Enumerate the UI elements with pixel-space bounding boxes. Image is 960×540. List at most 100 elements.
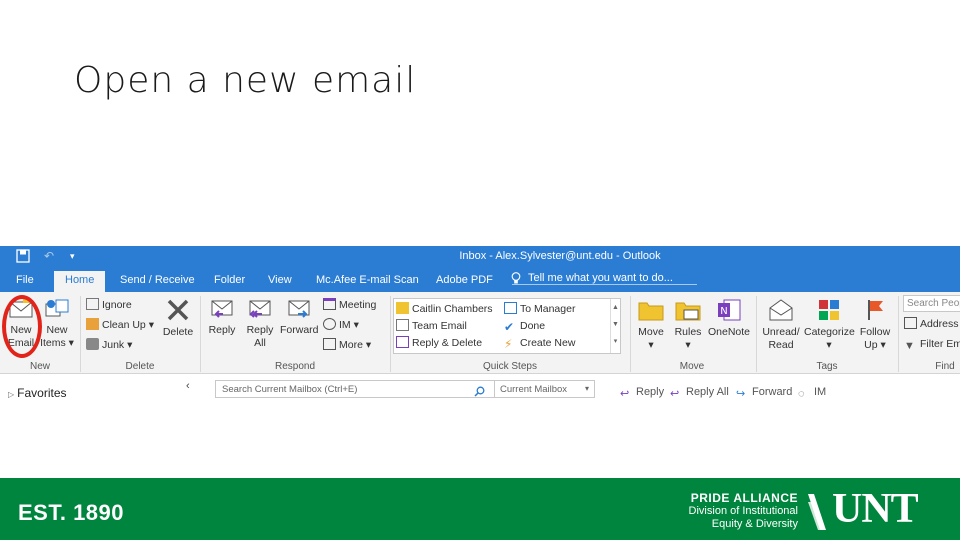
ribbon: New Email New Items ▾ New Ignore Clean Up … <box>0 292 960 374</box>
delete-x-icon <box>167 299 189 321</box>
group-label-respond: Respond <box>274 361 316 372</box>
quick-step-create-new[interactable]: ⚡ Create New <box>504 336 575 351</box>
svg-text:N: N <box>720 306 727 317</box>
quick-step-to-manager[interactable]: To Manager <box>504 302 575 316</box>
checkmark-icon: ✔ <box>504 320 515 334</box>
follow-up-button[interactable]: Follow Up ▾ <box>856 298 894 352</box>
ignore-button[interactable]: Ignore <box>86 298 132 312</box>
quick-steps-gallery: Caitlin Chambers Team Email Reply & Dele… <box>393 298 621 354</box>
mail-view: ▷ Favorites ‹ Search Current Mailbox (Ctr… <box>0 374 960 410</box>
reading-im-button[interactable]: ◌ IM <box>798 386 826 400</box>
chevron-down-icon: ▾ <box>584 384 589 393</box>
clean-up-icon <box>86 318 99 330</box>
im-icon: ◌ <box>798 388 805 400</box>
meeting-button[interactable]: Meeting <box>323 298 376 312</box>
group-divider <box>898 296 899 372</box>
reply-delete-icon <box>396 336 409 348</box>
group-label-move: Move <box>679 361 705 372</box>
expand-arrow-icon: ▷ <box>8 390 15 399</box>
search-icon[interactable] <box>474 384 485 402</box>
clean-up-button[interactable]: Clean Up ▾ <box>86 318 154 332</box>
quick-steps-scroll[interactable]: ▲ ▼ ▾ <box>610 299 620 353</box>
reply-button[interactable]: Reply <box>205 298 239 337</box>
collapse-pane-icon[interactable]: ‹ <box>186 380 190 392</box>
rules-button[interactable]: Rules ▾ <box>672 298 704 352</box>
tab-send-receive[interactable]: Send / Receive <box>120 274 195 286</box>
categorize-button[interactable]: Categorize ▾ <box>804 298 855 352</box>
tab-home[interactable]: Home <box>54 271 106 292</box>
search-scope-dropdown[interactable]: Current Mailbox ▾ <box>494 381 594 397</box>
window-title: Inbox - Alex.Sylvester@unt.edu - Outlook <box>459 250 661 262</box>
filter-icon: ▼ <box>904 340 915 352</box>
ribbon-tabs: File Home Send / Receive Folder View Mc.… <box>0 268 960 292</box>
favorites-folder[interactable]: ▷ Favorites <box>8 386 67 400</box>
reply-icon: ↩ <box>620 388 630 400</box>
team-email-icon <box>396 319 409 331</box>
unt-logo: UNT <box>832 486 919 532</box>
group-label-tags: Tags <box>816 361 838 372</box>
categorize-icon <box>819 300 839 320</box>
meeting-icon <box>323 298 336 310</box>
lightning-icon: ⚡ <box>504 337 513 351</box>
unread-read-icon <box>769 299 793 321</box>
move-button[interactable]: Move ▾ <box>634 298 668 352</box>
forward-button[interactable]: Forward <box>280 298 319 337</box>
slide-title: Open a new email <box>74 60 417 101</box>
reply-all-icon: ↩ <box>670 388 680 400</box>
new-items-button[interactable]: New Items ▾ <box>40 298 74 350</box>
delete-button[interactable]: Delete <box>160 298 196 339</box>
mail-search-input[interactable]: Search Current Mailbox (Ctrl+E) <box>222 384 357 395</box>
onenote-button[interactable]: N OneNote <box>706 298 752 339</box>
group-label-find: Find <box>935 361 955 372</box>
quick-step-reply-delete[interactable]: Reply & Delete <box>396 336 482 350</box>
tell-me-input[interactable]: Tell me what you want to do... <box>512 272 697 285</box>
more-respond-button[interactable]: More ▾ <box>323 338 371 352</box>
rules-icon <box>675 302 701 321</box>
pride-alliance-text: PRIDE ALLIANCE Division of Institutional… <box>688 491 798 531</box>
onenote-icon: N <box>718 299 741 321</box>
tab-view[interactable]: View <box>268 274 292 286</box>
mail-search-box[interactable]: Search Current Mailbox (Ctrl+E) Current … <box>215 380 595 398</box>
forward-icon <box>288 300 310 318</box>
im-button[interactable]: IM ▾ <box>323 318 359 332</box>
junk-icon <box>86 338 99 350</box>
quick-step-done[interactable]: ✔ Done <box>504 319 545 334</box>
tab-folder[interactable]: Folder <box>214 274 245 286</box>
unread-read-button[interactable]: Unread/Read <box>760 298 802 352</box>
filter-email-button[interactable]: ▼Filter Email <box>904 337 960 353</box>
footer-band: EST. 1890 PRIDE ALLIANCE Division of Ins… <box>0 478 960 540</box>
tab-mcafee[interactable]: Mc.Afee E-mail Scan <box>316 274 419 286</box>
ignore-icon <box>86 298 99 310</box>
address-book-icon <box>904 317 917 329</box>
junk-button[interactable]: Junk ▾ <box>86 338 132 352</box>
new-items-icon <box>45 299 69 317</box>
group-label-new: New <box>29 361 50 372</box>
reading-forward-button[interactable]: ↪ Forward <box>736 386 792 400</box>
highlight-circle <box>2 295 42 358</box>
footer-divider <box>0 470 960 478</box>
reading-reply-all-button[interactable]: ↩ Reply All <box>670 386 729 400</box>
title-bar: ↶ ▾ Inbox - Alex.Sylvester@unt.edu - Out… <box>0 246 960 268</box>
flag-icon <box>868 300 883 320</box>
im-icon <box>323 318 336 330</box>
quick-step-team-email[interactable]: Team Email <box>396 319 467 333</box>
reading-reply-button[interactable]: ↩ Reply <box>620 386 664 400</box>
folder-arrow-icon <box>396 302 409 314</box>
quick-step-caitlin-chambers[interactable]: Caitlin Chambers <box>396 302 493 316</box>
move-folder-icon <box>638 302 664 321</box>
outlook-window: ↶ ▾ Inbox - Alex.Sylvester@unt.edu - Out… <box>0 246 960 410</box>
tab-file[interactable]: File <box>16 274 34 286</box>
group-label-quick-steps: Quick Steps <box>483 361 537 372</box>
search-people-input[interactable]: Search People <box>903 295 960 312</box>
to-manager-icon <box>504 302 517 314</box>
address-book-button[interactable]: Address Book <box>904 317 960 331</box>
reply-all-button[interactable]: Reply All <box>243 298 277 350</box>
reply-all-icon <box>249 300 271 318</box>
forward-icon: ↪ <box>736 388 746 400</box>
unt-eagle-mark-icon <box>806 492 828 537</box>
tab-adobe-pdf[interactable]: Adobe PDF <box>436 274 493 286</box>
reply-icon <box>211 300 233 318</box>
group-label-delete: Delete <box>125 361 155 372</box>
more-icon <box>323 338 336 350</box>
established-year: EST. 1890 <box>18 500 125 525</box>
